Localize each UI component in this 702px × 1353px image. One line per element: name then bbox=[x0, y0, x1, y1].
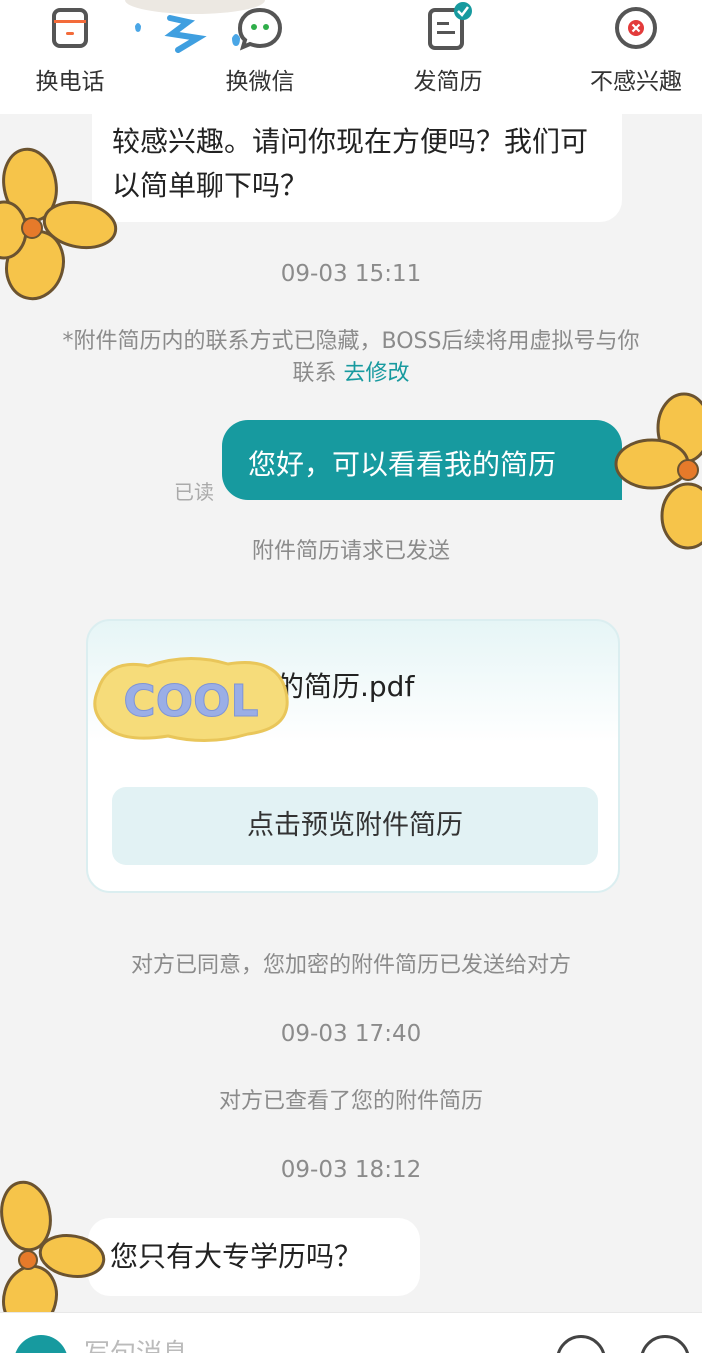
edit-link[interactable]: 去修改 bbox=[344, 361, 410, 386]
received-message[interactable]: 较感兴趣。请问你现在方便吗？我们可以简单聊下吗？ bbox=[92, 114, 622, 222]
timestamp: 09-03 18:12 bbox=[280, 1157, 422, 1183]
send-resume-label: 发简历 bbox=[413, 69, 483, 95]
close-circle-icon bbox=[615, 7, 657, 49]
quick-reply-icon[interactable] bbox=[14, 1335, 68, 1353]
flower-sticker bbox=[0, 147, 118, 301]
swap-phone-label: 换电话 bbox=[35, 69, 105, 95]
action-bar: 换电话 换微信 发简历 不感兴趣 bbox=[0, 0, 702, 114]
received-message-text: 较感兴趣。请问你现在方便吗？我们可以简单聊下吗？ bbox=[112, 125, 589, 202]
message-input[interactable]: 写句消息 bbox=[84, 1333, 188, 1353]
resume-filename: 的简历.pdf bbox=[276, 670, 415, 703]
plus-icon[interactable] bbox=[640, 1335, 690, 1353]
chat-screen: 换电话 换微信 发简历 不感兴趣 较感兴趣。请问你现在方便吗？我们可以简单聊下吗… bbox=[0, 0, 702, 1353]
timestamp: 09-03 15:11 bbox=[280, 261, 422, 287]
send-resume-button[interactable]: 发简历 bbox=[378, 0, 518, 114]
not-interested-label: 不感兴趣 bbox=[590, 69, 682, 95]
flower-sticker bbox=[614, 392, 702, 550]
received-message[interactable]: 您只有大专学历吗？ bbox=[88, 1218, 420, 1296]
contact-hidden-notice: *附件简历内的联系方式已隐藏，BOSS后续将用虚拟号与你联系 去修改 bbox=[60, 326, 642, 390]
phone-icon bbox=[52, 8, 88, 48]
swap-wechat-label: 换微信 bbox=[225, 69, 295, 95]
resume-icon bbox=[428, 2, 472, 50]
read-status: 已读 bbox=[174, 480, 214, 504]
water-drop-sticker bbox=[125, 0, 265, 53]
cool-sticker: COOL bbox=[93, 657, 289, 742]
emoji-icon[interactable] bbox=[556, 1335, 606, 1353]
agree-notice: 对方已同意，您加密的附件简历已发送给对方 bbox=[130, 953, 571, 978]
timestamp: 09-03 17:40 bbox=[280, 1021, 422, 1047]
request-sent-notice: 附件简历请求已发送 bbox=[251, 539, 450, 564]
cool-sticker-text: COOL bbox=[123, 676, 258, 727]
sent-message-text: 您好，可以看看我的简历 bbox=[248, 448, 557, 481]
preview-resume-button[interactable]: 点击预览附件简历 bbox=[112, 787, 598, 865]
not-interested-button[interactable]: 不感兴趣 bbox=[566, 0, 702, 114]
sent-message[interactable]: 您好，可以看看我的简历 bbox=[222, 420, 622, 500]
received-message-text: 您只有大专学历吗？ bbox=[110, 1240, 363, 1273]
input-bar: 写句消息 bbox=[0, 1312, 702, 1353]
viewed-notice: 对方已查看了您的附件简历 bbox=[218, 1089, 483, 1114]
